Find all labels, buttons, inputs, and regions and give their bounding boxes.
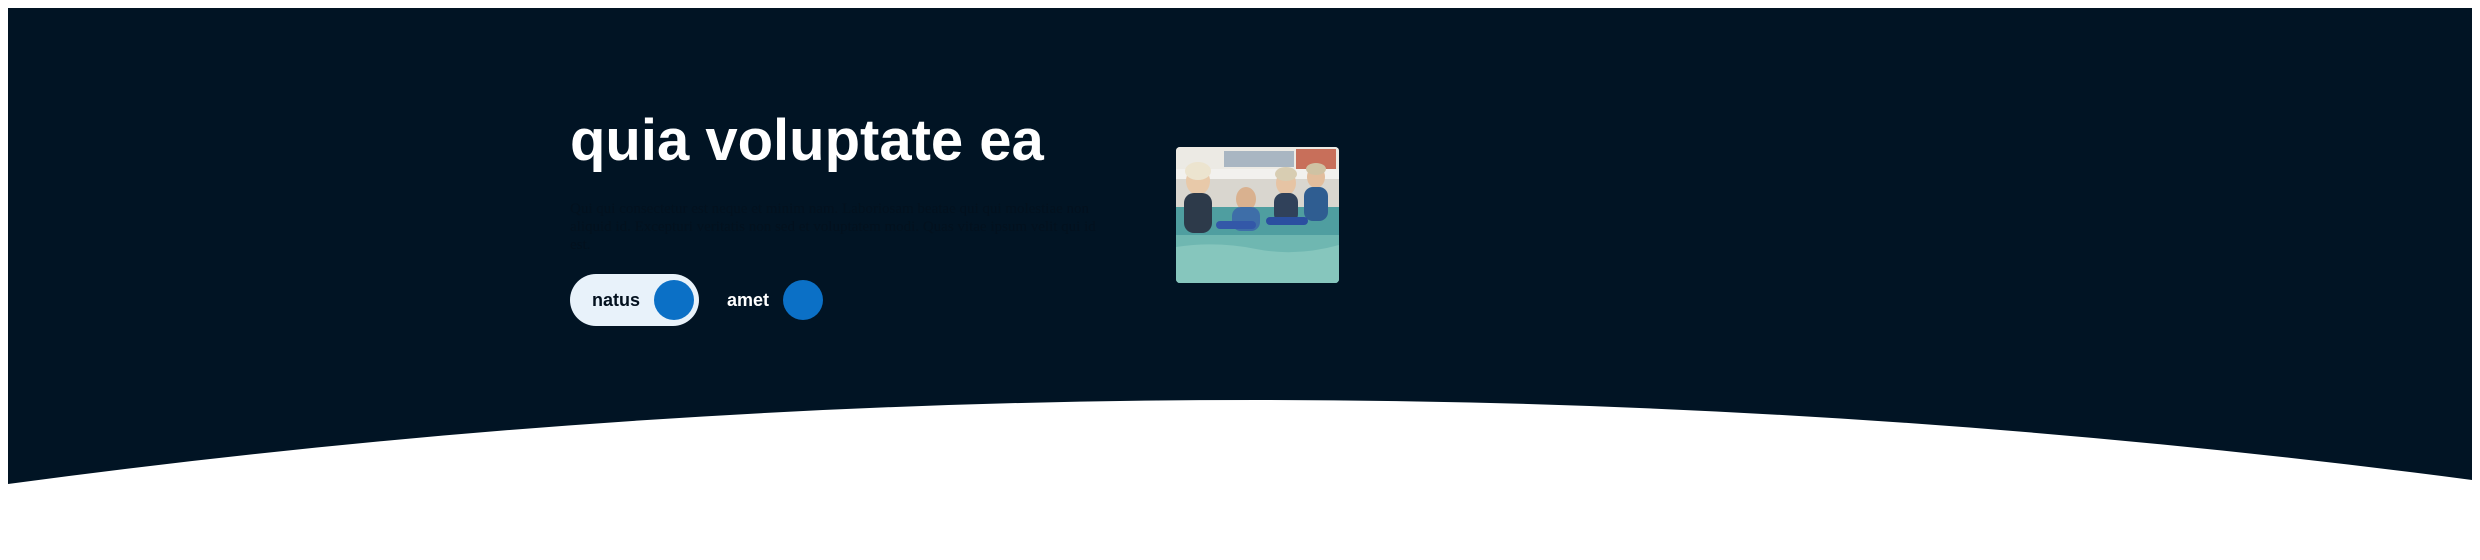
hero-section: quia voluptate ea Qui qui consectetur es… <box>570 96 1110 326</box>
circle-icon <box>783 280 824 320</box>
hero-description: Qui qui consectetur est neque et minim n… <box>570 201 1096 253</box>
hero-photo <box>1176 147 1339 283</box>
secondary-cta-label: amet <box>727 289 770 310</box>
secondary-cta-button[interactable]: amet <box>727 274 824 326</box>
hero-title: quia voluptate ea <box>570 108 1044 173</box>
circle-icon <box>654 280 695 320</box>
cta-row: natus amet <box>570 274 1110 326</box>
primary-cta-button[interactable]: natus <box>570 274 700 326</box>
primary-cta-label: natus <box>592 289 641 310</box>
